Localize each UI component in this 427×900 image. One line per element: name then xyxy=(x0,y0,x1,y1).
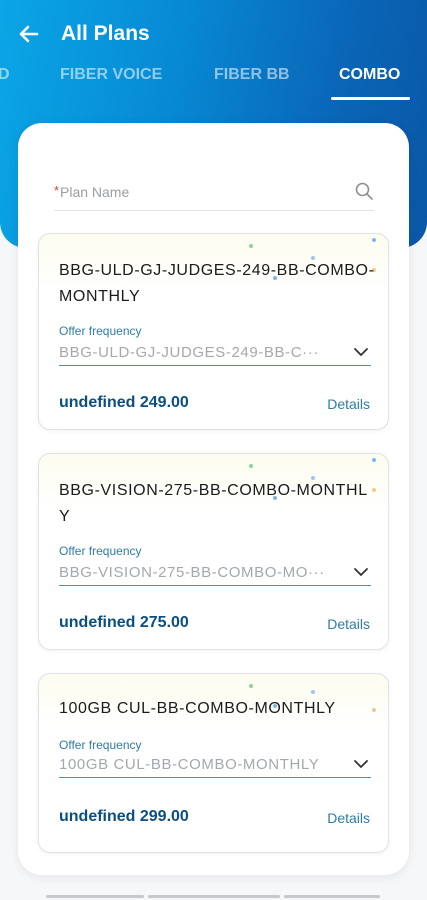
decor-dot xyxy=(311,690,315,694)
tab-truncated[interactable]: D xyxy=(0,66,10,84)
tab-fiber-bb[interactable]: FIBER BB xyxy=(214,66,290,84)
chevron-down-icon xyxy=(354,568,368,576)
plan-name-search: * xyxy=(54,173,374,211)
required-mark: * xyxy=(54,183,60,198)
details-link[interactable]: Details xyxy=(327,616,370,632)
plan-price: undefined 275.00 xyxy=(59,614,189,631)
plan-name: BBG-ULD-GJ-JUDGES-249-BB-COMBO-MONTHLY xyxy=(59,262,375,305)
offer-frequency-select[interactable]: BBG-ULD-GJ-JUDGES-249-BB-C··· xyxy=(59,340,371,366)
arrow-left-icon[interactable] xyxy=(17,22,41,46)
offer-frequency-label: Offer frequency xyxy=(59,324,142,338)
offer-frequency-value: BBG-ULD-GJ-JUDGES-249-BB-C··· xyxy=(59,344,319,361)
plan-card[interactable]: BBG-ULD-GJ-JUDGES-249-BB-COMBO-MONTHLY O… xyxy=(38,233,389,430)
decor-dot xyxy=(249,244,253,248)
plan-price: undefined 249.00 xyxy=(59,394,189,411)
bottom-nav-segment xyxy=(46,895,144,898)
details-link[interactable]: Details xyxy=(327,810,370,826)
chevron-down-icon xyxy=(354,348,368,356)
search-icon[interactable] xyxy=(354,181,374,201)
offer-frequency-label: Offer frequency xyxy=(59,738,142,752)
tab-fiber-voice[interactable]: FIBER VOICE xyxy=(60,66,162,84)
decor-dot xyxy=(372,238,376,242)
plan-card[interactable]: 100GB CUL-BB-COMBO-MONTHLY Offer frequen… xyxy=(38,673,389,853)
search-input[interactable] xyxy=(60,179,340,205)
bottom-nav-segment xyxy=(148,895,280,898)
plan-card[interactable]: BBG-VISION-275-BB-COMBO-MONTHLY Offer fr… xyxy=(38,453,389,650)
details-link[interactable]: Details xyxy=(327,396,370,412)
offer-frequency-label: Offer frequency xyxy=(59,544,142,558)
offer-frequency-value: 100GB CUL-BB-COMBO-MONTHLY xyxy=(59,756,320,773)
plans-panel: * BBG-ULD-GJ-JUDGES-249-BB-COMBO-MONTHLY… xyxy=(18,123,409,875)
plan-price: undefined 299.00 xyxy=(59,808,189,825)
active-tab-indicator xyxy=(331,97,410,100)
plan-name: BBG-VISION-275-BB-COMBO-MONTHLY xyxy=(59,482,368,525)
decor-dot xyxy=(249,684,253,688)
tab-combo[interactable]: COMBO xyxy=(339,66,400,84)
plan-category-tabs: D FIBER VOICE FIBER BB COMBO xyxy=(0,60,427,102)
top-app-bar: All Plans xyxy=(0,0,427,64)
offer-frequency-select[interactable]: 100GB CUL-BB-COMBO-MONTHLY xyxy=(59,752,371,778)
bottom-nav-segment xyxy=(284,895,380,898)
offer-frequency-select[interactable]: BBG-VISION-275-BB-COMBO-MO··· xyxy=(59,560,371,586)
decor-dot xyxy=(372,458,376,462)
bottom-nav-edge xyxy=(0,895,427,900)
decor-dot xyxy=(249,464,253,468)
page-title: All Plans xyxy=(61,22,150,45)
plan-name: 100GB CUL-BB-COMBO-MONTHLY xyxy=(59,700,336,717)
offer-frequency-value: BBG-VISION-275-BB-COMBO-MO··· xyxy=(59,564,325,581)
chevron-down-icon xyxy=(354,760,368,768)
